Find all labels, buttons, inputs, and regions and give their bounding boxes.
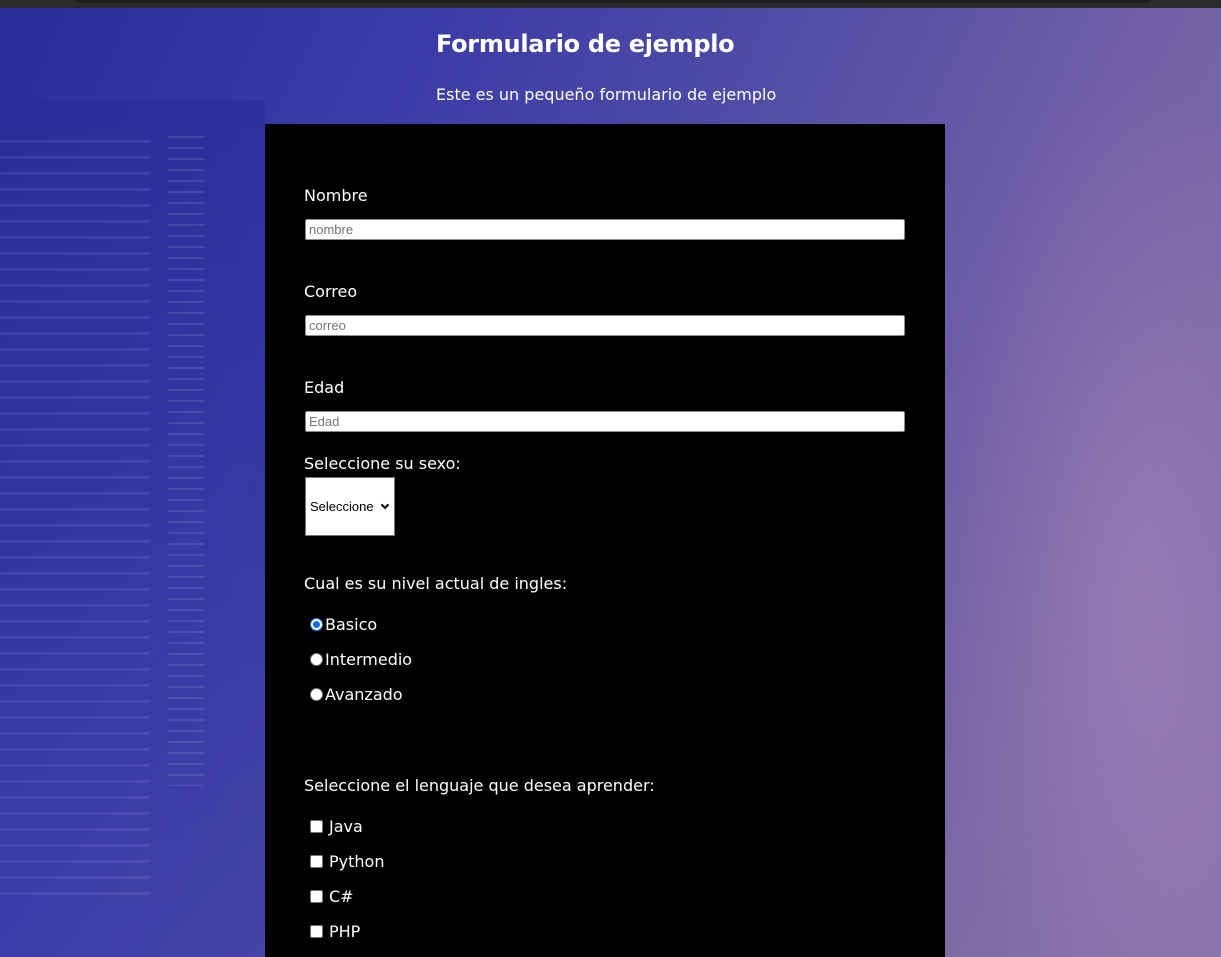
english-level-option-label: Intermedio — [325, 650, 413, 669]
browser-top-bar-inner — [76, 0, 1150, 3]
age-label: Edad — [304, 378, 345, 397]
language-option-python[interactable]: Python — [310, 852, 384, 871]
radio-avanzado[interactable] — [310, 688, 323, 701]
english-level-option-intermedio[interactable]: Intermedio — [310, 650, 412, 669]
sex-select[interactable]: Seleccione — [305, 477, 395, 536]
email-input[interactable] — [305, 315, 905, 336]
english-level-label: Cual es su nivel actual de ingles: — [304, 574, 568, 593]
language-option-label: PHP — [329, 922, 361, 941]
english-level-option-label: Basico — [325, 615, 378, 634]
sex-select-value: Seleccione — [310, 499, 374, 514]
name-input[interactable] — [305, 219, 905, 240]
sex-label: Seleccione su sexo: — [304, 454, 461, 473]
language-option-php[interactable]: PHP — [310, 922, 360, 941]
checkbox-java[interactable] — [310, 820, 323, 833]
languages-label: Seleccione el lenguaje que desea aprende… — [304, 776, 655, 795]
language-option-label: C# — [329, 887, 354, 906]
language-option-csharp[interactable]: C# — [310, 887, 354, 906]
browser-top-bar — [0, 0, 1221, 8]
age-input[interactable] — [305, 411, 905, 432]
english-level-option-label: Avanzado — [325, 685, 403, 704]
page-title: Formulario de ejemplo — [436, 30, 735, 58]
chevron-down-icon — [380, 500, 390, 510]
language-option-java[interactable]: Java — [310, 817, 363, 836]
background-code-lines — [0, 140, 150, 900]
language-option-label: Java — [329, 817, 363, 836]
checkbox-php[interactable] — [310, 925, 323, 938]
radio-intermedio[interactable] — [310, 653, 323, 666]
example-form: Nombre Correo Edad Seleccione su sexo: S… — [265, 124, 945, 957]
email-label: Correo — [304, 282, 358, 301]
background-glow — [945, 60, 1221, 957]
checkbox-python[interactable] — [310, 855, 323, 868]
background-line-numbers — [168, 136, 204, 786]
checkbox-csharp[interactable] — [310, 890, 323, 903]
language-option-label: Python — [329, 852, 385, 871]
english-level-option-avanzado[interactable]: Avanzado — [310, 685, 403, 704]
background-code-image — [0, 100, 265, 957]
name-label: Nombre — [304, 186, 368, 205]
page-subtitle: Este es un pequeño formulario de ejemplo — [436, 85, 777, 104]
radio-basico[interactable] — [310, 618, 323, 631]
english-level-option-basico[interactable]: Basico — [310, 615, 377, 634]
